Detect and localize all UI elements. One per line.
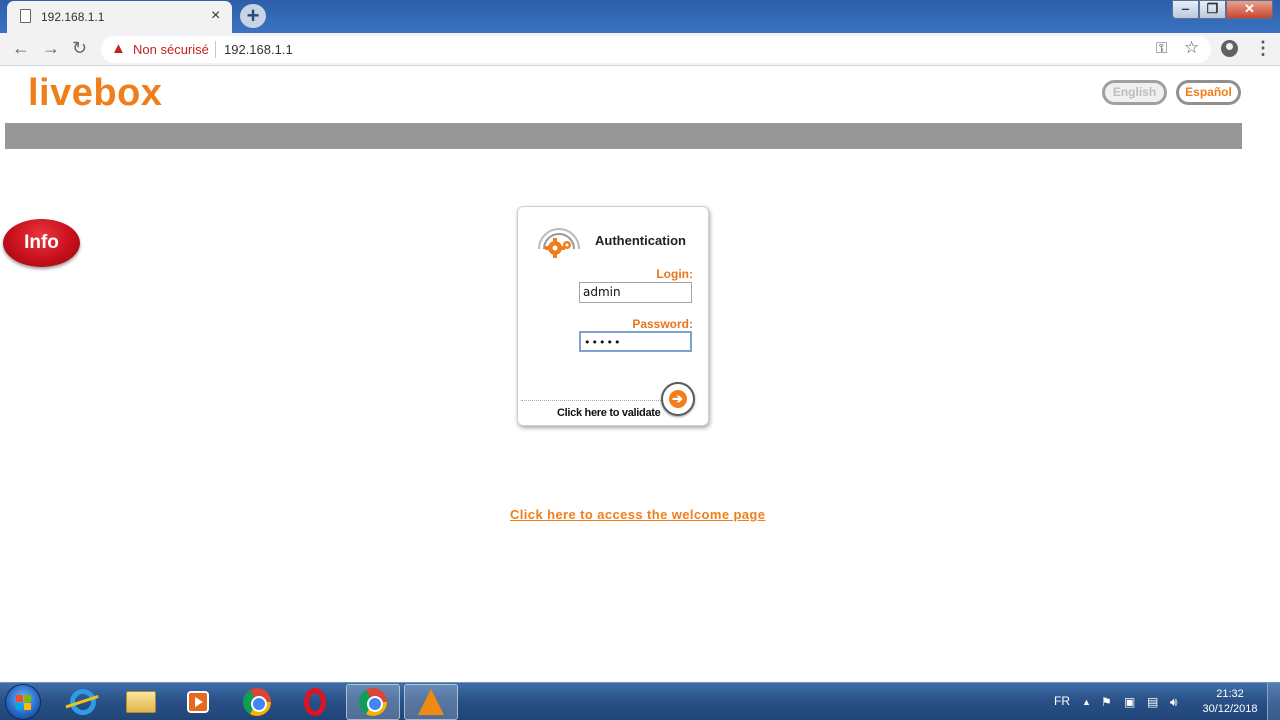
header-bar: [5, 123, 1242, 149]
validate-button[interactable]: ➔: [661, 382, 695, 416]
chrome-active-icon[interactable]: [346, 684, 400, 720]
security-status[interactable]: Non sécurisé: [133, 42, 209, 57]
show-desktop-button[interactable]: [1267, 683, 1280, 720]
url-text[interactable]: 192.168.1.1: [224, 42, 293, 57]
browser-tab-strip: 192.168.1.1 × + ‒ ❐ ✕: [0, 0, 1280, 33]
livebox-logo: livebox: [28, 72, 163, 114]
restore-button[interactable]: ❐: [1199, 0, 1226, 19]
arrow-right-icon: ➔: [672, 391, 683, 406]
windows-taskbar: FR ▲ ⚑ ▣ ▤ 🔊︎ 21:32 30/12/2018: [0, 682, 1280, 720]
start-button[interactable]: [5, 684, 41, 720]
media-player-icon[interactable]: [171, 684, 225, 720]
input-language-indicator[interactable]: FR: [1054, 694, 1070, 708]
device-icon[interactable]: ▣: [1124, 695, 1135, 709]
window-close-button[interactable]: ✕: [1226, 0, 1273, 19]
info-button[interactable]: Info: [3, 219, 80, 267]
gear-icon: [538, 228, 580, 258]
window-controls: ‒ ❐ ✕: [1172, 0, 1273, 19]
internet-explorer-icon[interactable]: [56, 684, 110, 720]
clock-date: 30/12/2018: [1202, 703, 1258, 715]
password-input[interactable]: •••••: [579, 331, 692, 352]
menu-dots-icon[interactable]: ⋮: [1254, 38, 1272, 59]
browser-tab[interactable]: 192.168.1.1 ×: [7, 1, 232, 33]
tab-title: 192.168.1.1: [41, 10, 105, 24]
address-bar[interactable]: ▲ Non sécurisé 192.168.1.1 ⚿ ☆: [101, 36, 1211, 63]
address-divider: [215, 41, 216, 58]
vlc-icon[interactable]: [404, 684, 458, 720]
reload-icon[interactable]: ↻: [72, 38, 87, 59]
language-english-button[interactable]: English: [1102, 80, 1167, 105]
profile-icon[interactable]: [1221, 40, 1238, 57]
action-center-flag-icon[interactable]: ⚑: [1101, 695, 1112, 709]
back-arrow-icon[interactable]: ←: [12, 38, 30, 59]
bookmark-star-icon[interactable]: ☆: [1184, 38, 1199, 58]
warning-triangle-icon[interactable]: ▲: [111, 40, 126, 57]
volume-icon[interactable]: 🔊︎: [1170, 695, 1178, 710]
tray-expand-icon[interactable]: ▲: [1082, 697, 1091, 707]
network-icon[interactable]: ▤: [1147, 695, 1158, 709]
authentication-title: Authentication: [595, 233, 686, 248]
minimize-button[interactable]: ‒: [1172, 0, 1199, 19]
browser-toolbar: ← → ↻ ▲ Non sécurisé 192.168.1.1 ⚿ ☆ ⋮: [0, 33, 1280, 66]
login-label: Login:: [656, 267, 693, 281]
windows-logo-icon: [16, 695, 31, 710]
language-spanish-button[interactable]: Español: [1176, 80, 1241, 105]
chrome-icon[interactable]: [230, 684, 284, 720]
authentication-panel: Authentication Login: admin Password: ••…: [517, 206, 709, 426]
password-label: Password:: [632, 317, 693, 331]
system-clock[interactable]: 21:32 30/12/2018: [1200, 687, 1260, 717]
welcome-page-link[interactable]: Click here to access the welcome page: [510, 507, 765, 522]
page-icon: [20, 9, 31, 23]
login-input[interactable]: admin: [579, 282, 692, 303]
forward-arrow-icon[interactable]: →: [42, 38, 60, 59]
validate-label[interactable]: Click here to validate: [557, 407, 661, 419]
opera-icon[interactable]: [288, 684, 342, 720]
tab-close-icon[interactable]: ×: [211, 7, 220, 25]
key-icon[interactable]: ⚿: [1156, 40, 1167, 57]
dotted-divider: [521, 400, 661, 401]
clock-time: 21:32: [1216, 688, 1244, 700]
file-explorer-icon[interactable]: [114, 684, 168, 720]
new-tab-button[interactable]: +: [240, 4, 266, 28]
